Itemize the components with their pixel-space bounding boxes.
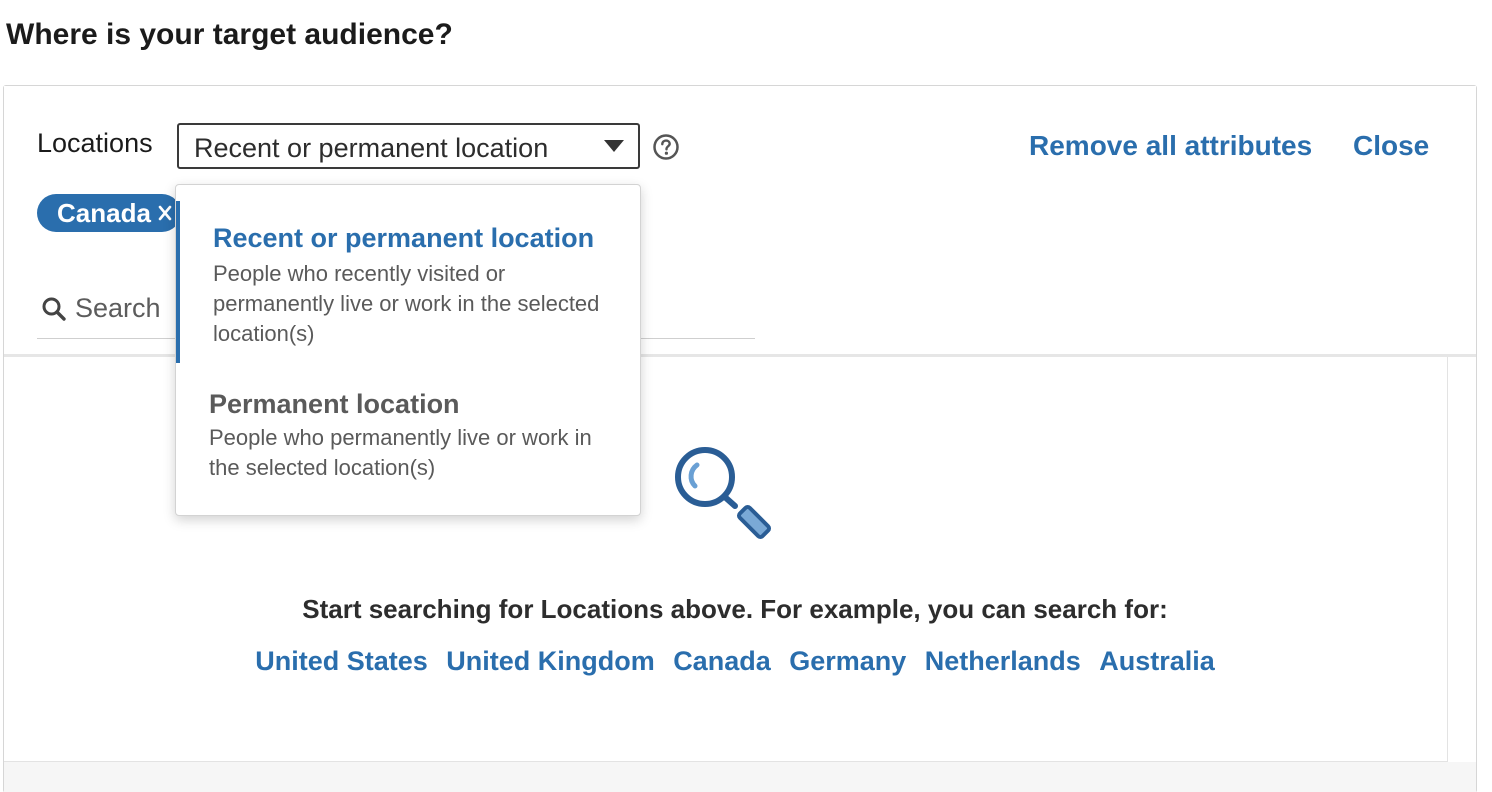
close-link[interactable]: Close — [1353, 130, 1429, 162]
suggestion-link-germany[interactable]: Germany — [789, 646, 906, 677]
location-type-select-value: Recent or permanent location — [194, 133, 549, 163]
question-circle-icon[interactable] — [652, 133, 680, 161]
selected-indicator — [176, 201, 180, 363]
selected-location-chip[interactable]: Canada — [37, 194, 181, 232]
caret-down-icon — [604, 140, 624, 152]
suggestion-link-united-states[interactable]: United States — [255, 646, 428, 677]
suggestion-link-australia[interactable]: Australia — [1099, 646, 1215, 677]
dropdown-option-permanent[interactable]: Permanent location People who permanentl… — [176, 381, 640, 501]
suggestion-link-united-kingdom[interactable]: United Kingdom — [446, 646, 654, 677]
option-title: Permanent location — [209, 389, 460, 419]
dropdown-option-recent-or-permanent[interactable]: Recent or permanent location People who … — [176, 201, 640, 363]
suggested-locations: United States United Kingdom Canada Germ… — [4, 646, 1466, 677]
location-type-dropdown: Recent or permanent location People who … — [175, 184, 641, 516]
option-title: Recent or permanent location — [213, 223, 595, 253]
empty-state-hint: Start searching for Locations above. For… — [302, 594, 1168, 624]
option-description: People who recently visited or permanent… — [213, 261, 600, 346]
search-icon — [42, 297, 66, 321]
suggestion-link-canada[interactable]: Canada — [673, 646, 771, 677]
target-audience-page: Where is your target audience? Locations… — [0, 0, 1492, 792]
suggestion-link-netherlands[interactable]: Netherlands — [925, 646, 1081, 677]
remove-all-attributes-link[interactable]: Remove all attributes — [1029, 130, 1312, 162]
magnifying-glass-icon — [675, 447, 772, 540]
option-description: People who permanently live or work in t… — [209, 425, 592, 480]
page-title: Where is your target audience? — [6, 18, 453, 51]
chip-label: Canada — [57, 198, 151, 228]
location-type-select[interactable]: Recent or permanent location — [177, 123, 640, 169]
panel-footer-strip — [4, 762, 1476, 792]
locations-label: Locations — [37, 128, 153, 158]
close-icon[interactable] — [157, 204, 173, 222]
